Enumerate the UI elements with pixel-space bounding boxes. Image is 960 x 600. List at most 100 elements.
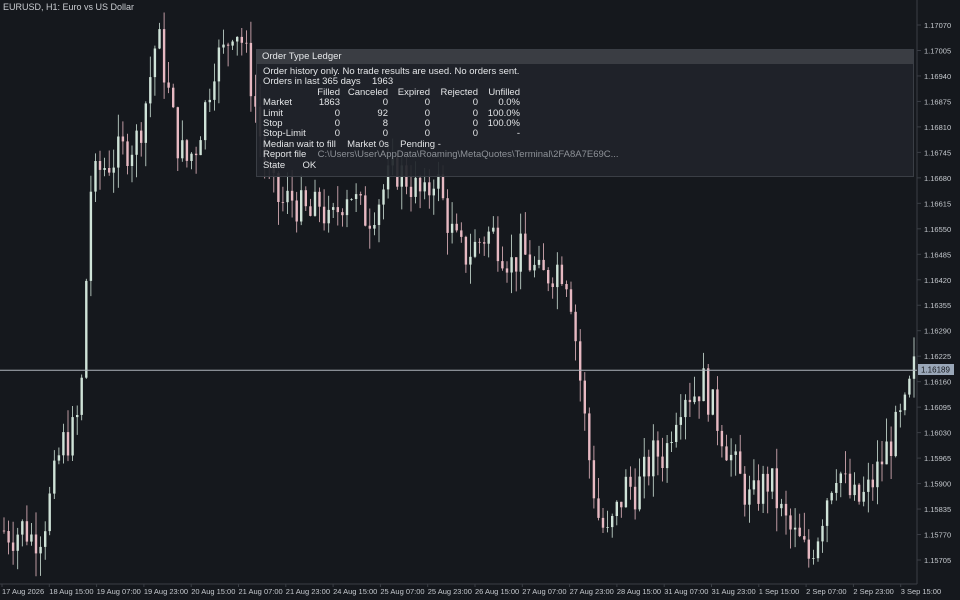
bear-candle [318,191,321,207]
bull-candle [670,442,673,443]
bull-candle [135,130,138,155]
bear-candle [620,501,623,508]
col-header-canceled: Canceled [347,86,388,98]
bull-candle [519,233,522,272]
col-header-rejected: Rejected [440,86,479,98]
order-ledger-panel[interactable]: Order Type Ledger Order history only. No… [256,49,914,177]
cell-value: 0 [424,128,430,140]
bull-candle [158,29,161,49]
bear-candle [766,473,769,492]
price-tick-label: 1.16615 [924,199,951,208]
bull-candle [469,256,472,265]
bear-candle [7,531,10,543]
bull-candle [53,460,56,494]
time-tick-label: 2 Sep 23:00 [853,587,893,596]
bear-candle [547,270,550,284]
bear-candle [844,473,847,475]
bull-candle [39,546,42,554]
bear-candle [478,241,481,243]
bull-candle [30,534,33,542]
bear-candle [688,399,692,403]
bear-candle [889,441,893,456]
bear-candle [524,233,527,255]
bull-candle [611,516,614,528]
time-tick-label: 27 Aug 23:00 [570,587,614,596]
cell-value: 0 [424,97,430,109]
bear-candle [341,212,344,216]
bull-candle [354,194,358,199]
report-path[interactable]: C:\Users\User\AppData\Roaming\MetaQuotes… [318,149,619,160]
bull-candle [130,154,134,166]
price-tick-label: 1.15705 [924,556,951,565]
bear-candle [162,29,166,83]
bull-candle [153,48,157,78]
bull-candle [286,190,289,203]
bear-candle [647,456,650,477]
time-tick-label: 27 Aug 07:00 [522,587,566,596]
bull-candle [450,223,454,233]
median-label: Median wait to fill [263,138,336,150]
median-market-value: 0s [378,138,389,150]
bull-candle [912,356,916,379]
bull-candle [839,473,842,483]
bull-candle [652,440,655,477]
bear-candle [496,227,500,262]
bear-candle [185,140,189,161]
time-tick-label: 31 Aug 07:00 [664,587,708,596]
bear-candle [11,542,15,551]
bear-candle [757,480,760,504]
price-tick-label: 1.16680 [924,174,951,183]
bear-candle [528,254,532,271]
bull-candle [835,483,838,493]
price-tick-label: 1.16875 [924,97,951,106]
bear-candle [409,186,413,197]
price-axis[interactable]: 1.17070 1.17005 1.16940 1.16875 1.16810 1.167… [917,21,951,565]
bear-candle [172,87,175,108]
orders-label: Orders in last 365 days [263,76,361,88]
time-tick-label: 28 Aug 15:00 [617,587,661,596]
cell-value: 0 [472,107,478,119]
cell-value: 0 [334,128,340,140]
panel-title[interactable]: Order Type Ledger [257,50,913,64]
bear-candle [725,446,728,461]
bear-candle [880,461,884,465]
bear-candle [121,136,125,142]
bear-candle [455,223,458,231]
bull-candle [48,493,51,532]
price-tick-label: 1.16160 [924,378,951,387]
bear-candle [720,430,724,447]
bear-candle [656,440,660,457]
cell-value: 0 [472,117,478,129]
report-label: Report file [263,149,307,161]
cell-value: - [516,128,520,140]
bear-candle [848,473,852,496]
bear-candle [784,503,788,516]
bull-candle [190,153,193,161]
bull-candle [117,136,120,168]
bear-candle [245,42,248,44]
time-axis[interactable]: 17 Aug 2026 18 Aug 15:00 19 Aug 07:00 19 Au… [1,584,941,596]
bull-candle [313,191,317,216]
bull-candle [899,410,902,412]
median-market-label: Market [347,138,377,150]
bull-candle [473,241,477,257]
bear-candle [176,107,179,159]
bull-candle [350,199,353,200]
price-tick-label: 1.15835 [924,505,951,514]
bear-candle [483,242,486,244]
bear-candle [441,174,445,199]
bear-candle [140,130,143,143]
price-tick-label: 1.16355 [924,301,951,310]
bull-candle [748,489,751,505]
bear-candle [588,413,591,461]
col-header-expired: Expired [397,86,430,98]
bull-candle [615,501,618,516]
bear-candle [807,539,810,559]
bull-candle [830,492,833,501]
symbol-label: EURUSD, H1: Euro vs US Dollar [3,2,135,12]
median-pending-value: - [437,138,441,150]
bear-candle [803,536,806,540]
price-tick-label: 1.17005 [924,46,951,55]
state-line: State OK [263,160,913,171]
bull-candle [423,182,426,192]
